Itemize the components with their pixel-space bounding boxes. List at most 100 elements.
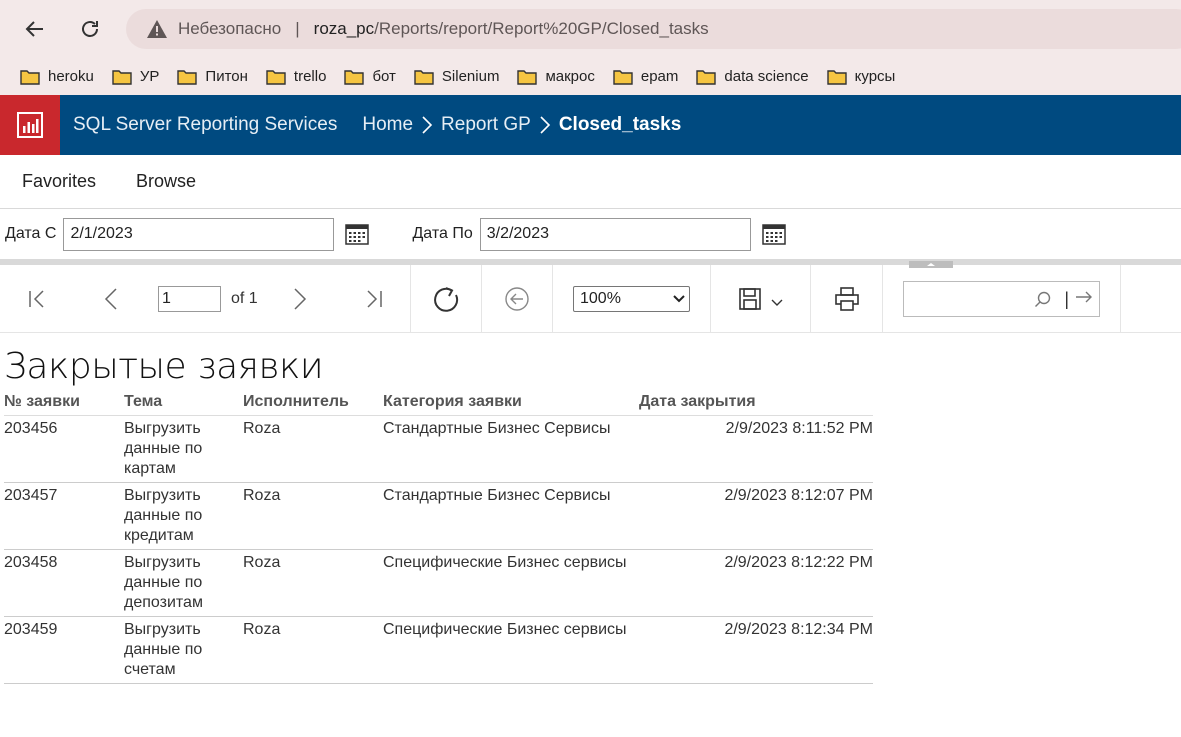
last-page-button[interactable]: [364, 289, 384, 309]
date-from-input[interactable]: 2/1/2023: [63, 217, 335, 251]
bookmark-item[interactable]: макрос: [509, 62, 602, 92]
reload-button[interactable]: [73, 12, 107, 46]
cell-id: 203456: [4, 415, 124, 483]
menu-favorites[interactable]: Favorites: [22, 171, 96, 192]
bookmark-item[interactable]: data science: [688, 62, 816, 92]
table-row: 203457 Выгрузить данные по кредитам Roza Ст…: [4, 482, 873, 550]
date-to-input[interactable]: 3/2/2023: [479, 217, 751, 251]
app-title[interactable]: SQL Server Reporting Services: [73, 114, 337, 136]
bookmark-item[interactable]: heroku: [12, 62, 102, 92]
column-header: Дата закрытия: [639, 389, 873, 416]
folder-icon: [517, 69, 538, 85]
bookmark-item[interactable]: epam: [605, 62, 687, 92]
chevron-left-icon: [104, 288, 117, 310]
address-bar[interactable]: Небезопасно | roza_pc/Reports/report/Rep…: [126, 9, 1181, 49]
bookmark-item[interactable]: Питон: [169, 62, 256, 92]
folder-icon: [613, 69, 633, 85]
back-to-parent-button[interactable]: [504, 286, 530, 312]
table-row: 203458 Выгрузить данные по депозитам Roza С…: [4, 549, 873, 617]
insecure-label: Небезопасно: [178, 19, 282, 38]
bookmark-label: макрос: [545, 68, 595, 85]
bookmark-label: heroku: [48, 68, 94, 85]
previous-page-button[interactable]: [103, 287, 119, 311]
chevron-down-icon: [771, 299, 782, 306]
table-row: 203459 Выгрузить данные по счетам Roza Спец…: [4, 616, 873, 684]
url-path: /Reports/report/Report%20GP/Closed_tasks: [374, 19, 709, 38]
first-page-button[interactable]: [27, 289, 47, 309]
find-separator: |: [1064, 288, 1069, 309]
table-row: 203456 Выгрузить данные по картам Roza Стан…: [4, 415, 873, 483]
bookmark-label: data science: [724, 68, 809, 85]
page-number-input[interactable]: 1: [158, 286, 221, 312]
bookmark-item[interactable]: бот: [336, 62, 403, 92]
zoom-group: 100%: [553, 265, 711, 333]
bookmark-label: Питон: [205, 68, 248, 85]
next-page-button[interactable]: [292, 287, 308, 311]
cell-category: Стандартные Бизнес Сервисы: [383, 415, 639, 483]
last-page-icon: [367, 290, 382, 308]
print-button[interactable]: [834, 287, 859, 311]
first-page-icon: [29, 290, 44, 308]
ssrs-logo[interactable]: [0, 95, 60, 155]
chevron-right-icon: [421, 115, 433, 135]
cell-assignee: Roza: [243, 482, 383, 550]
arrow-left-icon: [25, 21, 43, 37]
cell-closed-date: 2/9/2023 8:12:07 PM: [639, 482, 873, 550]
ssrs-header: SQL Server Reporting Services Home Repor…: [0, 95, 1181, 155]
folder-icon: [696, 69, 717, 85]
column-header: Категория заявки: [383, 389, 639, 416]
find-next-button[interactable]: [1075, 290, 1093, 309]
chevron-down-icon: [673, 295, 685, 303]
bookmark-label: trello: [293, 68, 327, 85]
menu-browse[interactable]: Browse: [136, 171, 196, 192]
cell-id: 203459: [4, 616, 124, 684]
column-header: № заявки: [4, 389, 124, 416]
bookmark-label: epam: [640, 68, 679, 85]
bookmark-item[interactable]: trello: [258, 62, 335, 92]
breadcrumb-home[interactable]: Home: [362, 114, 413, 136]
export-group: [711, 265, 811, 333]
paging-group: 1 of 1: [0, 265, 411, 333]
cell-topic: Выгрузить данные по кредитам: [124, 482, 243, 550]
parameters-pane: Дата С 2/1/2023 Дата По 3/2/2023: [0, 209, 1181, 268]
bookmark-item[interactable]: Silenium: [406, 62, 508, 92]
find-group: |: [883, 265, 1121, 333]
breadcrumb-report-gp[interactable]: Report GP: [441, 114, 531, 136]
folder-icon: [20, 69, 40, 85]
cell-assignee: Roza: [243, 616, 383, 684]
find-input[interactable]: |: [903, 281, 1100, 317]
cell-closed-date: 2/9/2023 8:12:34 PM: [639, 616, 873, 684]
chevron-right-icon: [294, 288, 307, 310]
refresh-group: [411, 265, 482, 333]
cell-assignee: Roza: [243, 549, 383, 617]
bookmark-label: Silenium: [441, 68, 500, 85]
folder-icon: [177, 69, 198, 85]
bookmark-label: бот: [372, 68, 396, 85]
circle-arrow-left-icon: [505, 287, 529, 311]
bookmark-item[interactable]: УР: [104, 62, 168, 92]
back-group: [482, 265, 553, 333]
cell-assignee: Roza: [243, 415, 383, 483]
cell-closed-date: 2/9/2023 8:12:22 PM: [639, 549, 873, 617]
export-button[interactable]: [738, 288, 783, 310]
folder-icon: [112, 69, 132, 85]
breadcrumb-current: Closed_tasks: [558, 114, 682, 135]
zoom-select[interactable]: 100%: [573, 286, 690, 312]
date-from-label: Дата С: [5, 225, 57, 242]
folder-icon: [826, 69, 847, 85]
warning-icon: [146, 18, 168, 40]
breadcrumb: Home Report GP Closed_tasks: [362, 114, 681, 136]
reload-icon: [82, 21, 98, 37]
url-separator: |: [295, 19, 300, 38]
cell-category: Специфические Бизнес сервисы: [383, 549, 639, 617]
calendar-icon[interactable]: [344, 222, 370, 246]
cell-category: Специфические Бизнес сервисы: [383, 616, 639, 684]
back-button[interactable]: [18, 12, 52, 46]
browser-chrome: Небезопасно | roza_pc/Reports/report/Rep…: [0, 0, 1181, 95]
bookmark-item[interactable]: курсы: [819, 62, 904, 92]
refresh-button[interactable]: [432, 285, 460, 313]
refresh-icon: [434, 287, 459, 312]
calendar-icon[interactable]: [761, 222, 787, 246]
chevron-right-icon: [539, 115, 551, 135]
folder-icon: [266, 69, 286, 85]
